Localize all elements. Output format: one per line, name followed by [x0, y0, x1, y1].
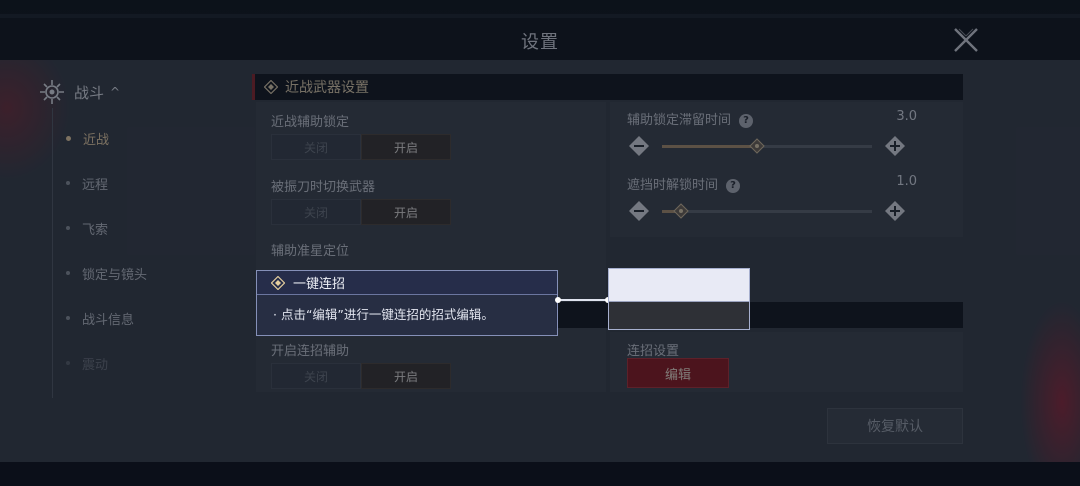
plus-icon[interactable] — [884, 200, 906, 222]
sidebar-item-label: 飞索 — [82, 222, 109, 238]
bullet-icon — [66, 226, 70, 230]
highlight-target-top — [609, 269, 749, 301]
question-icon[interactable]: ? — [726, 178, 741, 193]
bullet-icon — [66, 361, 70, 365]
section-title: 近战武器设置 — [285, 80, 369, 96]
sidebar-item-lock-camera[interactable]: 锁定与镜头 — [66, 262, 147, 284]
sidebar-line — [52, 108, 53, 398]
toggle-off-option[interactable]: 关闭 — [271, 199, 361, 225]
toggle-off-option[interactable]: 关闭 — [271, 363, 361, 389]
top-blur-band — [0, 0, 1080, 14]
lock-linger-value: 3.0 — [896, 109, 917, 124]
block-unlock-value: 1.0 — [896, 174, 917, 189]
switch-weapon-label: 被振刀时切换武器 — [271, 180, 376, 195]
lock-linger-label: 辅助锁定滞留时间? — [627, 109, 754, 128]
combo-settings-label: 连招设置 — [627, 344, 680, 359]
sidebar-item-label: 远程 — [82, 177, 109, 193]
bottom-bar — [0, 462, 1080, 486]
sidebar-item-grapple[interactable]: 飞索 — [66, 217, 108, 239]
toggle-off-option[interactable]: 关闭 — [271, 134, 361, 160]
minus-icon[interactable] — [628, 135, 650, 157]
melee-assist-lock-label: 近战辅助锁定 — [271, 115, 350, 130]
reset-defaults-button[interactable]: 恢复默认 — [827, 408, 963, 444]
aim-star-label: 辅助准星定位 — [271, 244, 350, 259]
tooltip-connector-line — [558, 299, 608, 301]
toggle-on-option[interactable]: 开启 — [361, 199, 451, 225]
bullet-icon — [66, 181, 70, 185]
sidebar-item-label: 战斗信息 — [82, 312, 135, 328]
close-button[interactable] — [950, 24, 982, 56]
close-x-icon — [954, 28, 978, 52]
slider-thumb[interactable] — [673, 202, 689, 219]
toggle-on-option[interactable]: 开启 — [361, 363, 451, 389]
lock-linger-slider — [628, 133, 906, 159]
bullet-icon — [66, 316, 70, 320]
slider-track[interactable] — [662, 202, 872, 219]
slider-track[interactable] — [662, 137, 872, 154]
page-title: 设置 — [521, 32, 559, 53]
sidebar-item-melee[interactable]: 近战 — [66, 127, 109, 149]
sidebar-item-label: 锁定与镜头 — [82, 267, 148, 283]
sidebar-item-ranged[interactable]: 远程 — [66, 172, 108, 194]
category-combat[interactable]: 战斗 ^ — [38, 78, 120, 106]
tooltip-title: 一键连招 — [293, 277, 346, 292]
connector-dot — [555, 297, 561, 303]
category-label: 战斗 — [74, 83, 105, 102]
highlight-target-bottom — [609, 301, 749, 329]
sidebar-item-vibration[interactable]: 震动 — [66, 352, 108, 374]
sidebar-item-label: 震动 — [82, 357, 109, 373]
section-header: 近战武器设置 — [252, 74, 963, 100]
combo-assist-toggle: 关闭 开启 — [271, 363, 451, 389]
slider-fill — [662, 144, 757, 148]
tutorial-tooltip: 一键连招 · 点击“编辑”进行一键连招的招式编辑。 — [256, 270, 558, 336]
combo-assist-label: 开启连招辅助 — [271, 344, 350, 359]
settings-screen: 设置 战斗 ^ 近战 远程 飞索 锁定与镜头 战斗信息 震动 近战武器设置 近战… — [0, 0, 1080, 486]
block-unlock-label: 遮挡时解锁时间? — [627, 174, 741, 193]
edit-button[interactable]: 编辑 — [627, 358, 729, 388]
highlight-target[interactable] — [608, 268, 750, 330]
lock-linger-label-text: 辅助锁定滞留时间 — [627, 113, 732, 128]
minus-icon[interactable] — [628, 200, 650, 222]
toggle-on-option[interactable]: 开启 — [361, 134, 451, 160]
bullet-icon — [66, 271, 70, 275]
bullet-icon — [66, 135, 71, 141]
sidebar-item-label: 近战 — [83, 132, 110, 148]
tooltip-header: 一键连招 — [257, 271, 557, 295]
diamond-icon — [264, 80, 278, 94]
melee-assist-lock-toggle: 关闭 开启 — [271, 134, 451, 160]
sidebar-item-combat-info[interactable]: 战斗信息 — [66, 307, 134, 329]
slider-thumb[interactable] — [748, 137, 765, 154]
diamond-icon — [271, 275, 285, 290]
switch-weapon-toggle: 关闭 开启 — [271, 199, 451, 225]
chevron-up-icon: ^ — [110, 85, 121, 99]
block-unlock-label-text: 遮挡时解锁时间 — [627, 178, 719, 193]
question-icon[interactable]: ? — [739, 113, 754, 128]
header-bar: 设置 — [0, 18, 1080, 60]
plus-icon[interactable] — [884, 135, 906, 157]
decoration-right — [1020, 300, 1080, 470]
tooltip-body: · 点击“编辑”进行一键连招的招式编辑。 — [273, 307, 494, 322]
combat-gear-icon — [40, 80, 64, 104]
block-unlock-slider — [628, 198, 906, 224]
